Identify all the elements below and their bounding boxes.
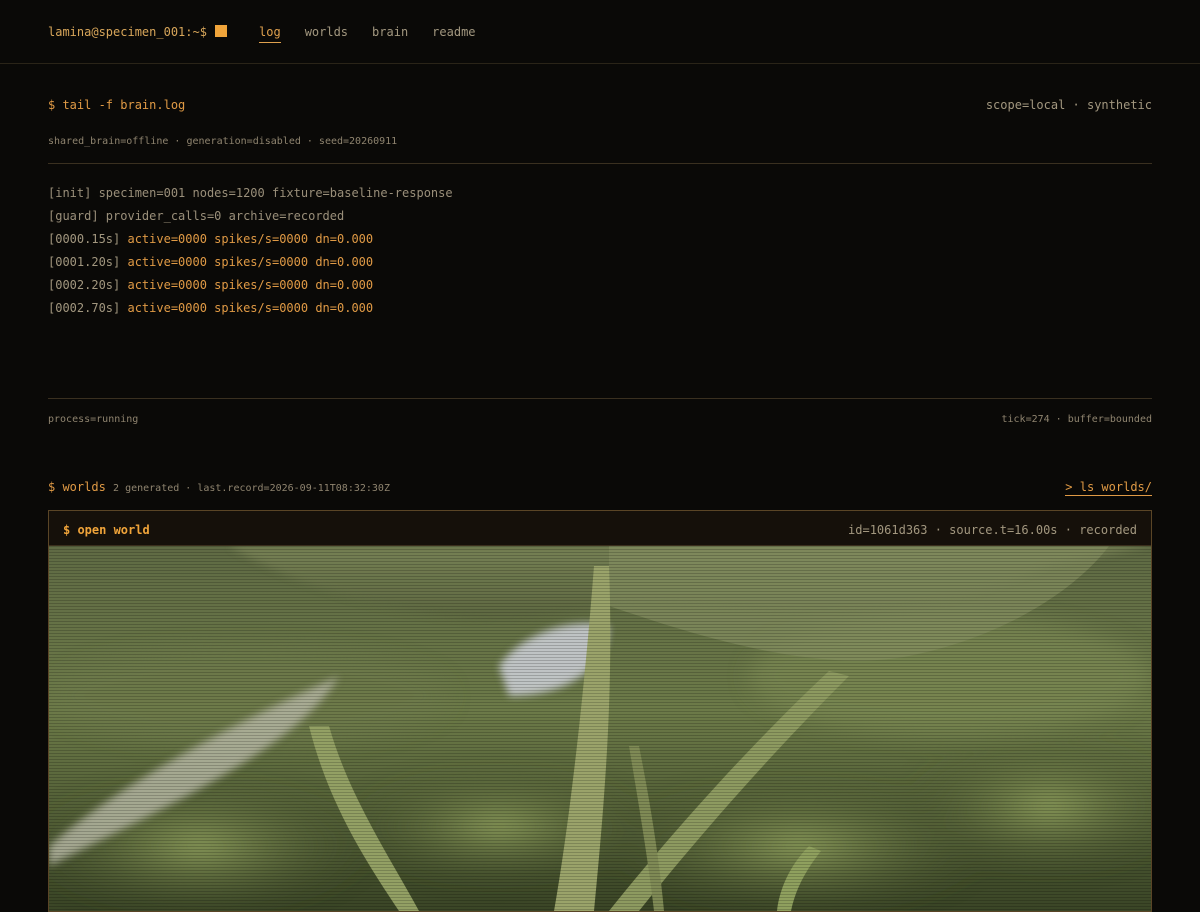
- log-line: [0002.70s] active=0000 spikes/s=0000 dn=…: [48, 301, 374, 315]
- log-line: [0000.15s] active=0000 spikes/s=0000 dn=…: [48, 232, 374, 246]
- log-output: [init] specimen=001 nodes=1200 fixture=b…: [48, 182, 453, 320]
- nav-log[interactable]: log: [259, 25, 281, 43]
- worlds-meta: 2 generated · last.record=2026-09-11T08:…: [113, 483, 390, 494]
- world-panel: $ open world id=1061d363 · source.t=16.0…: [48, 510, 1152, 912]
- log-line: [init] specimen=001 nodes=1200 fixture=b…: [48, 186, 453, 200]
- tick-status: tick=274 · buffer=bounded: [1001, 414, 1152, 425]
- log-line: [0001.20s] active=0000 spikes/s=0000 dn=…: [48, 255, 374, 269]
- world-panel-header: $ open world id=1061d363 · source.t=16.0…: [49, 511, 1151, 546]
- world-meta: id=1061d363 · source.t=16.00s · recorded: [848, 523, 1137, 537]
- log-line: [guard] provider_calls=0 archive=recorde…: [48, 209, 345, 223]
- log-command: $ tail -f brain.log: [48, 98, 186, 112]
- divider: [48, 163, 1152, 164]
- open-world-button[interactable]: $ open world: [63, 523, 150, 537]
- log-line: [0002.20s] active=0000 spikes/s=0000 dn=…: [48, 278, 374, 292]
- process-status: process=running: [48, 414, 139, 425]
- shell-prompt: lamina@specimen_001:~$: [48, 25, 207, 39]
- log-status-line: shared_brain=offline · generation=disabl…: [48, 136, 398, 147]
- cursor-block-icon: [215, 25, 227, 37]
- nav-brain[interactable]: brain: [372, 25, 408, 43]
- log-scope: scope=local · synthetic: [985, 98, 1152, 112]
- worlds-label: $ worlds: [48, 480, 106, 494]
- worlds-header: $ worlds 2 generated · last.record=2026-…: [48, 480, 390, 494]
- ls-worlds-link[interactable]: > ls worlds/: [1065, 480, 1152, 496]
- divider: [48, 398, 1152, 399]
- nav-worlds[interactable]: worlds: [305, 25, 348, 43]
- world-preview-image[interactable]: [49, 546, 1151, 911]
- nav-readme[interactable]: readme: [432, 25, 475, 43]
- top-bar: lamina@specimen_001:~$ log worlds brain …: [0, 0, 1200, 64]
- main-nav: log worlds brain readme: [259, 25, 476, 43]
